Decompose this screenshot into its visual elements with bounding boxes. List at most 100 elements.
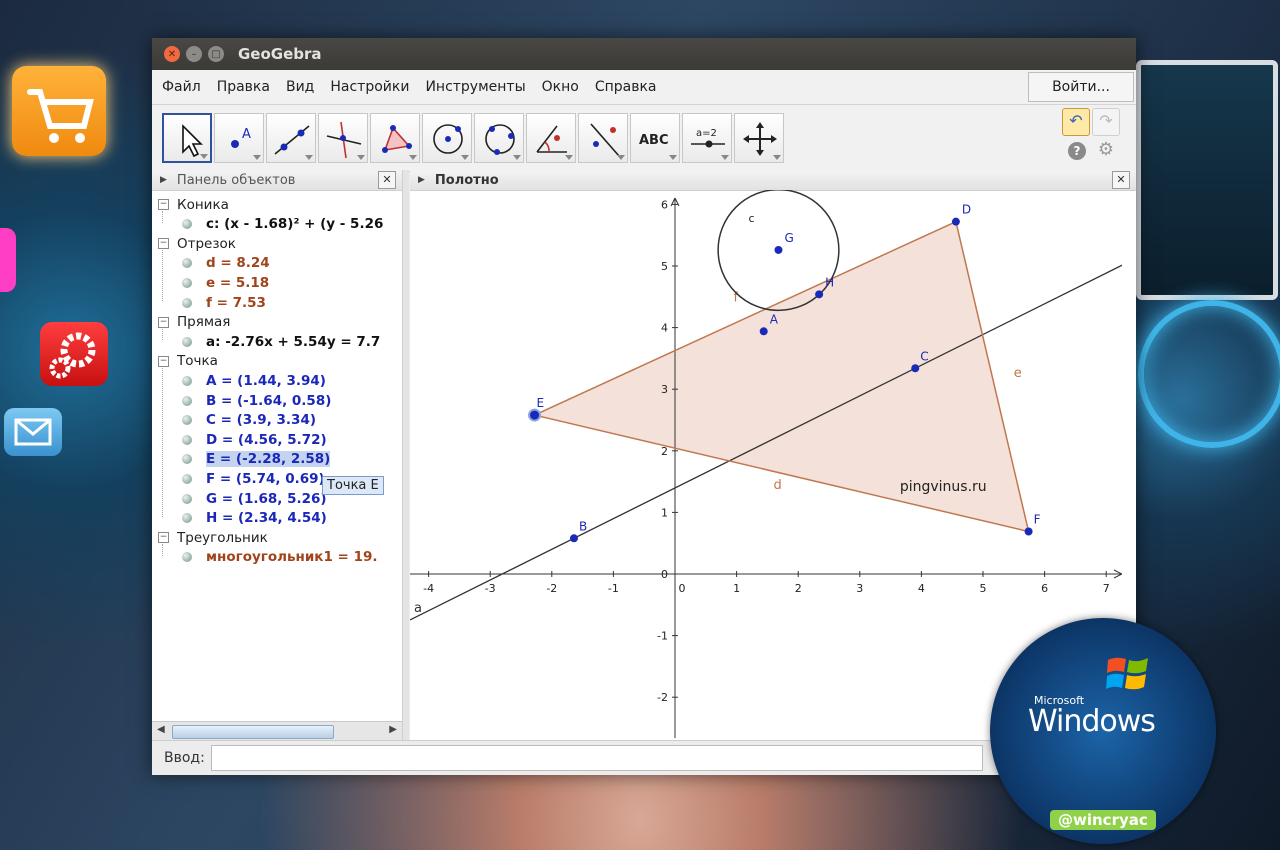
polygon-tool-button[interactable]: [370, 113, 420, 163]
reflect-tool-button[interactable]: [578, 113, 628, 163]
tree-item[interactable]: A = (1.44, 3.94): [182, 371, 326, 390]
visibility-toggle-icon[interactable]: [182, 434, 192, 445]
visibility-toggle-icon[interactable]: [182, 297, 192, 308]
tree-group[interactable]: − Треугольник: [158, 528, 268, 547]
collapse-minus-icon[interactable]: −: [158, 532, 169, 544]
panel-splitter[interactable]: [403, 170, 409, 740]
visibility-toggle-icon[interactable]: [182, 513, 192, 524]
menu-settings[interactable]: Настройки: [322, 79, 417, 95]
graphics-canvas[interactable]: -4 -3 -2 -1 0 1 2 3 4 5 6 76543210-1-2adefcpingvinu…: [410, 190, 1122, 738]
angle-tool-button[interactable]: [526, 113, 576, 163]
tree-connector: [162, 328, 163, 341]
tree-item-label: G = (1.68, 5.26): [206, 490, 327, 507]
tree-connector: [162, 367, 163, 517]
visibility-toggle-icon[interactable]: [182, 375, 192, 386]
collapse-minus-icon[interactable]: −: [158, 355, 169, 367]
visibility-toggle-icon[interactable]: [182, 454, 192, 465]
menu-file[interactable]: Файл: [152, 79, 209, 95]
minimize-window-button[interactable]: –: [186, 46, 202, 62]
collapse-arrow-icon[interactable]: ▶: [418, 175, 425, 185]
close-algebra-panel-button[interactable]: ✕: [378, 171, 396, 189]
tree-item-label: a: -2.76x + 5.54y = 7.7: [206, 333, 381, 350]
tree-item[interactable]: H = (2.34, 4.54): [182, 509, 327, 528]
collapse-minus-icon[interactable]: −: [158, 199, 169, 210]
menu-tools[interactable]: Инструменты: [417, 79, 533, 95]
undo-icon[interactable]: ↶: [1062, 108, 1090, 136]
move-graphics-view-tool-button[interactable]: [734, 113, 784, 163]
tree-connector: [162, 250, 163, 301]
tree-item-label: d = 8.24: [206, 255, 270, 272]
windows-flag-icon: [1106, 657, 1148, 690]
tree-item[interactable]: D = (4.56, 5.72): [182, 430, 327, 449]
visibility-toggle-icon[interactable]: [182, 552, 192, 563]
help-icon[interactable]: ?: [1068, 142, 1086, 160]
circle-three-points-tool-button[interactable]: [474, 113, 524, 163]
tree-item[interactable]: C = (3.9, 3.34): [182, 411, 316, 430]
scrollbar-thumb[interactable]: [172, 725, 334, 739]
menu-window[interactable]: Окно: [534, 79, 587, 95]
tooltip: Точка E: [322, 476, 384, 495]
menu-edit[interactable]: Правка: [209, 79, 278, 95]
visibility-toggle-icon[interactable]: [182, 277, 192, 288]
tree-item[interactable]: d = 8.24: [182, 254, 270, 273]
x-tick-label: 5: [980, 582, 987, 595]
menu-view[interactable]: Вид: [278, 79, 322, 95]
visibility-toggle-icon[interactable]: [182, 336, 192, 347]
tree-group[interactable]: − Прямая: [158, 313, 230, 332]
login-button[interactable]: Войти...: [1028, 72, 1134, 102]
tree-item-label: D = (4.56, 5.72): [206, 431, 327, 448]
perpendicular-line-tool-button[interactable]: [318, 113, 368, 163]
visibility-toggle-icon[interactable]: [182, 395, 192, 406]
visibility-toggle-icon[interactable]: [182, 473, 192, 484]
horizontal-scrollbar[interactable]: ◀ ▶: [152, 721, 402, 740]
slider-tool-button[interactable]: a=2: [682, 113, 732, 163]
shopping-cart-icon: [12, 66, 106, 156]
glow-ring-decoration: [1138, 300, 1280, 448]
input-field[interactable]: [210, 745, 983, 771]
maximize-window-button[interactable]: □: [208, 46, 224, 62]
tree-group[interactable]: − Коника: [158, 195, 229, 214]
tree-item-label: H = (2.34, 4.54): [206, 510, 327, 527]
tree-item[interactable]: a: -2.76x + 5.54y = 7.7: [182, 332, 380, 351]
svg-text:A: A: [242, 127, 251, 142]
line-label-a: a: [414, 601, 422, 616]
tree-item[interactable]: G = (1.68, 5.26): [182, 489, 327, 508]
point-tool-button[interactable]: A: [214, 113, 264, 163]
scroll-right-icon[interactable]: ▶: [389, 724, 397, 735]
line-tool-button[interactable]: [266, 113, 316, 163]
app-icon-pink: [0, 228, 16, 292]
tree-item[interactable]: E = (-2.28, 2.58): [182, 450, 331, 469]
scroll-left-icon[interactable]: ◀: [157, 724, 165, 735]
redo-icon[interactable]: ↷: [1092, 108, 1120, 136]
circle-center-tool-button[interactable]: [422, 113, 472, 163]
visibility-toggle-icon[interactable]: [182, 415, 192, 426]
collapse-minus-icon[interactable]: −: [158, 238, 169, 250]
close-graphics-panel-button[interactable]: ✕: [1112, 171, 1130, 189]
tree-item[interactable]: F = (5.74, 0.69): [182, 469, 325, 488]
collapse-arrow-icon[interactable]: ▶: [160, 175, 167, 185]
windows-badge-logo: Microsoft Windows @wincryac: [990, 618, 1216, 844]
tree-item-label: c: (x - 1.68)² + (y - 5.26: [206, 216, 384, 233]
tree-group[interactable]: − Отрезок: [158, 234, 236, 253]
point-D: [951, 217, 960, 226]
visibility-toggle-icon[interactable]: [182, 258, 192, 269]
collapse-minus-icon[interactable]: −: [158, 316, 169, 328]
tree-item[interactable]: c: (x - 1.68)² + (y - 5.26: [182, 215, 383, 234]
circle-label-c: c: [748, 212, 754, 225]
x-tick-label: 3: [856, 582, 863, 595]
point-label-G: G: [784, 231, 793, 245]
move-tool-button[interactable]: [162, 113, 212, 163]
visibility-toggle-icon[interactable]: [182, 219, 192, 230]
visibility-toggle-icon[interactable]: [182, 493, 192, 504]
tree-item[interactable]: f = 7.53: [182, 293, 266, 312]
point-label-H: H: [825, 275, 834, 289]
tree-item[interactable]: многоугольник1 = 19.: [182, 548, 378, 567]
tree-item-label: C = (3.9, 3.34): [206, 412, 317, 429]
menu-help[interactable]: Справка: [587, 79, 665, 95]
tree-item[interactable]: e = 5.18: [182, 273, 269, 292]
close-window-button[interactable]: ✕: [164, 46, 180, 62]
tree-group[interactable]: − Точка: [158, 352, 218, 371]
text-tool-button[interactable]: ABC: [630, 113, 680, 163]
tree-item[interactable]: B = (-1.64, 0.58): [182, 391, 331, 410]
settings-gear-icon[interactable]: ⚙: [1096, 140, 1116, 160]
